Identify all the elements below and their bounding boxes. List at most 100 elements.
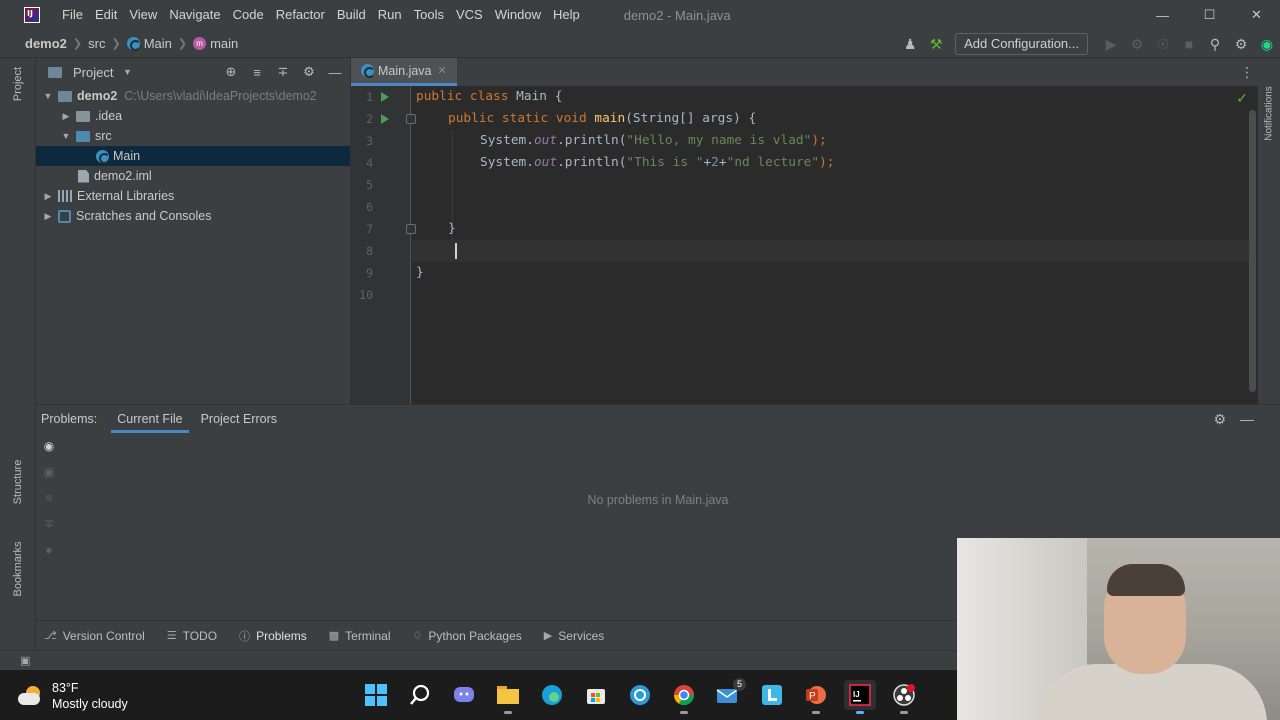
close-window-button[interactable]: ✕	[1233, 0, 1280, 30]
locate-icon[interactable]: ⊕	[222, 63, 240, 81]
tree-row-main[interactable]: Main	[36, 146, 350, 166]
search-icon[interactable]: ⚲	[1204, 33, 1226, 55]
tree-row-src[interactable]: ▼ src	[36, 126, 350, 146]
chevron-right-icon[interactable]: ▶	[42, 211, 54, 222]
preview-icon[interactable]: ▣	[42, 465, 56, 479]
tab-project-errors[interactable]: Project Errors	[195, 405, 283, 433]
breadcrumb-method[interactable]: main	[210, 36, 238, 51]
menu-navigate[interactable]: Navigate	[163, 0, 226, 30]
source-folder-icon	[76, 130, 90, 142]
breadcrumb-folder[interactable]: src	[88, 36, 105, 51]
user-icon[interactable]: ♟	[899, 33, 921, 55]
fold-icon[interactable]	[406, 224, 416, 234]
fold-icon[interactable]	[406, 114, 416, 124]
menu-refactor[interactable]: Refactor	[270, 0, 331, 30]
code-with-me-icon[interactable]: ◉	[1256, 33, 1278, 55]
hide-panel-icon[interactable]: —	[326, 63, 344, 81]
menu-build[interactable]: Build	[331, 0, 372, 30]
coverage-icon[interactable]: ☉	[1152, 33, 1174, 55]
run-icon[interactable]: ▶	[1100, 33, 1122, 55]
menu-tools[interactable]: Tools	[408, 0, 450, 30]
collapse-all-icon[interactable]: ∓	[274, 63, 292, 81]
tab-main-java[interactable]: Main.java ✕	[351, 58, 457, 86]
tree-row-external-libraries[interactable]: ▶ External Libraries	[36, 186, 350, 206]
store-icon[interactable]	[580, 680, 612, 710]
lightbulb-icon[interactable]: ●	[42, 543, 56, 557]
breadcrumb-class[interactable]: Main	[144, 36, 172, 51]
eye-icon[interactable]: ◉	[42, 439, 56, 453]
menu-file[interactable]: File	[56, 0, 89, 30]
settings-gear-icon[interactable]: ⚙	[300, 63, 318, 81]
mail-icon[interactable]: 5	[712, 678, 746, 710]
file-icon	[78, 169, 89, 183]
main-menu: File Edit View Navigate Code Refactor Bu…	[56, 0, 586, 30]
stop-icon[interactable]: ■	[1178, 33, 1200, 55]
code-area[interactable]: public class Main { public static void m…	[416, 86, 1250, 404]
collapse-icon[interactable]: ∓	[42, 517, 56, 531]
intellij-taskbar-icon[interactable]: IJ	[844, 680, 876, 714]
todo-button[interactable]: ☰ TODO	[167, 629, 217, 643]
bookmarks-tool-label[interactable]: Bookmarks	[12, 541, 24, 596]
tool-window-toggle-icon[interactable]: ▣	[20, 654, 30, 667]
empty-problems-message: No problems in Main.java	[587, 493, 729, 507]
chevron-down-icon[interactable]: ▼	[121, 67, 133, 77]
problems-button[interactable]: ⓘ Problems	[239, 628, 307, 644]
menu-view[interactable]: View	[123, 0, 163, 30]
no-errors-check-icon[interactable]: ✓	[1236, 90, 1248, 107]
chevron-down-icon[interactable]: ▼	[42, 91, 54, 101]
camera-app-icon[interactable]	[624, 680, 656, 710]
project-tool-label[interactable]: Project	[12, 67, 24, 101]
settings-gear-icon[interactable]: ⚙	[1213, 411, 1226, 428]
menu-code[interactable]: Code	[227, 0, 270, 30]
maximize-button[interactable]: ☐	[1186, 0, 1233, 30]
file-explorer-icon[interactable]	[492, 680, 524, 714]
tree-row-iml[interactable]: demo2.iml	[36, 166, 350, 186]
teams-chat-icon[interactable]	[448, 680, 480, 710]
line-number: 7	[366, 222, 373, 236]
minimize-button[interactable]: —	[1139, 0, 1186, 30]
settings-gear-icon[interactable]: ⚙	[1230, 33, 1252, 55]
more-options-icon[interactable]: ⋮	[1240, 64, 1254, 81]
weather-widget[interactable]: 83°F Mostly cloudy	[18, 680, 128, 712]
close-tab-icon[interactable]: ✕	[438, 64, 447, 77]
obs-recorder-icon[interactable]	[888, 680, 920, 714]
start-icon[interactable]	[360, 680, 392, 710]
editor-tabs: Main.java ✕ ⋮	[351, 58, 1280, 86]
tree-row-scratches[interactable]: ▶ Scratches and Consoles	[36, 206, 350, 226]
search-icon[interactable]	[404, 680, 436, 710]
project-panel-title[interactable]: Project	[73, 65, 113, 80]
menu-edit[interactable]: Edit	[89, 0, 123, 30]
menu-run[interactable]: Run	[372, 0, 408, 30]
tree-row-idea[interactable]: ▶ .idea	[36, 106, 350, 126]
expand-all-icon[interactable]: ≡	[248, 63, 266, 81]
chevron-right-icon[interactable]: ▶	[42, 191, 54, 202]
chevron-right-icon[interactable]: ▶	[60, 111, 72, 122]
structure-tool-label[interactable]: Structure	[12, 460, 24, 505]
notifications-tool-label[interactable]: Notifications	[1264, 86, 1275, 140]
menu-help[interactable]: Help	[547, 0, 586, 30]
powerpoint-icon[interactable]: P	[800, 680, 832, 714]
debug-icon[interactable]: ⚙	[1126, 33, 1148, 55]
launcher-l-icon[interactable]	[756, 680, 788, 710]
version-control-button[interactable]: ⎇ Version Control	[44, 629, 145, 643]
terminal-button[interactable]: ▩ Terminal	[329, 629, 391, 643]
hide-panel-icon[interactable]: —	[1240, 411, 1254, 427]
tab-current-file[interactable]: Current File	[111, 405, 189, 433]
add-configuration-button[interactable]: Add Configuration...	[955, 33, 1088, 55]
tree-row-project[interactable]: ▼ demo2 C:\Users\vladi\IdeaProjects\demo…	[36, 86, 350, 106]
breadcrumb-project[interactable]: demo2	[25, 36, 67, 51]
services-button[interactable]: ▶ Services	[544, 629, 604, 643]
run-main-icon[interactable]	[381, 114, 389, 124]
build-hammer-icon[interactable]: ⚒	[925, 33, 947, 55]
chrome-icon[interactable]	[668, 680, 700, 714]
editor-scrollbar[interactable]	[1249, 110, 1256, 392]
menu-vcs[interactable]: VCS	[450, 0, 489, 30]
project-path: C:\Users\vladi\IdeaProjects\demo2	[124, 89, 317, 103]
services-icon: ▶	[543, 630, 553, 642]
menu-window[interactable]: Window	[489, 0, 547, 30]
run-class-icon[interactable]	[381, 92, 389, 102]
chevron-down-icon[interactable]: ▼	[60, 131, 72, 141]
code-line-9: }	[416, 265, 424, 280]
python-packages-button[interactable]: ♢ Python Packages	[413, 629, 522, 643]
edge-browser-icon[interactable]	[536, 680, 568, 710]
